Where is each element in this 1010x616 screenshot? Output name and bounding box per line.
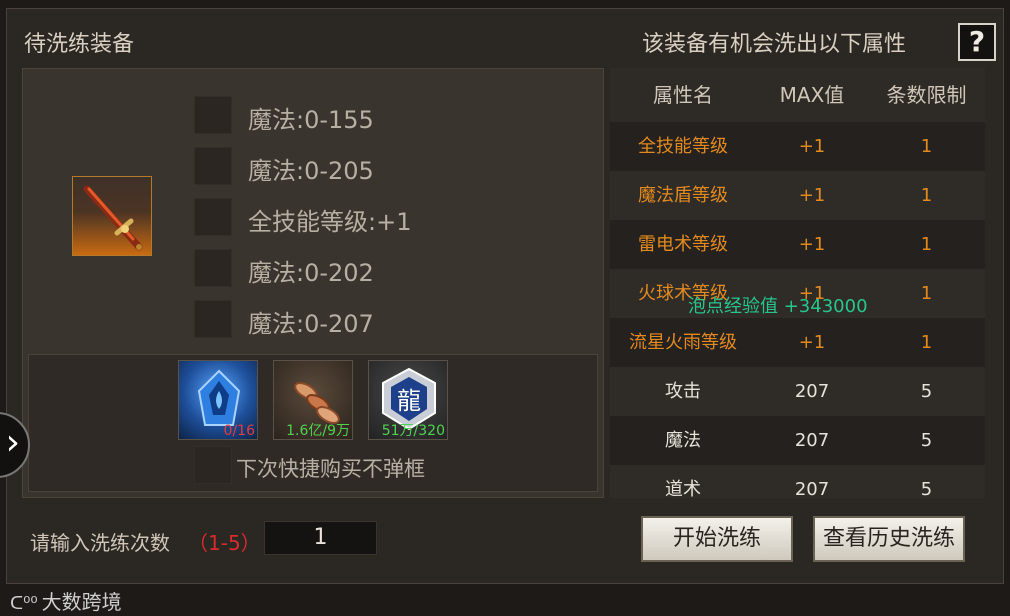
refine-count-range: （1-5） [188, 531, 261, 555]
table-row: 攻击 207 5 [610, 367, 985, 416]
attr-lock-checkbox-5[interactable] [194, 300, 232, 338]
equipment-attribute: 魔法:0-207 [248, 310, 374, 338]
equipment-attribute: 魔法:0-202 [248, 259, 374, 287]
material-count: 1.6亿/9万 [286, 423, 350, 439]
equipment-attribute: 全技能等级:+1 [248, 208, 412, 236]
material-slot-dragon[interactable]: 龍 51万/320 [368, 360, 448, 440]
chevron-right-icon: › [5, 422, 20, 463]
row-attr-name: 全技能等级 [638, 136, 728, 157]
header-count-limit: 条数限制 [886, 83, 967, 107]
header-max-value: MAX值 [779, 83, 845, 107]
row-attr-name: 道术 [665, 479, 701, 498]
row-attr-name: 魔法盾等级 [638, 185, 728, 206]
row-max-value: 207 [794, 479, 830, 498]
equipment-attribute: 魔法:0-205 [248, 157, 374, 185]
row-count-limit: 1 [920, 185, 933, 206]
material-slot-coins[interactable]: 1.6亿/9万 [273, 360, 353, 440]
row-max-value: +1 [798, 136, 826, 157]
row-count-limit: 5 [920, 479, 933, 498]
table-row: 魔法 207 5 [610, 416, 985, 465]
row-count-limit: 5 [920, 430, 933, 451]
watermark-logo-icon: ᑕ⁰⁰ [10, 593, 38, 614]
row-attr-name: 魔法 [665, 430, 701, 451]
material-slot-crystal[interactable]: 0/16 [178, 360, 258, 440]
pending-equipment-title: 待洗练装备 [24, 32, 135, 57]
row-count-limit: 1 [920, 234, 933, 255]
table-row: 全技能等级 +1 1 [610, 122, 985, 171]
svg-text:龍: 龍 [397, 387, 421, 415]
row-max-value: 207 [794, 430, 830, 451]
table-row: 魔法盾等级 +1 1 [610, 171, 985, 220]
row-attr-name: 攻击 [665, 381, 701, 402]
table-header: 属性名 MAX值 条数限制 [610, 68, 985, 122]
table-row: 流星火雨等级 +1 1 [610, 318, 985, 367]
row-count-limit: 5 [920, 381, 933, 402]
attr-lock-checkbox-4[interactable] [194, 249, 232, 287]
row-max-value: +1 [798, 185, 826, 206]
refine-count-label: 请输入洗练次数 [30, 531, 170, 555]
no-popup-label: 下次快捷购买不弹框 [236, 457, 425, 481]
possible-attributes-title: 该装备有机会洗出以下属性 [642, 32, 907, 57]
row-count-limit: 1 [920, 136, 933, 157]
start-refine-button[interactable]: 开始洗练 [641, 516, 793, 562]
attr-lock-checkbox-1[interactable] [194, 96, 232, 134]
watermark-text: 大数跨境 [41, 590, 122, 614]
exp-gain-popup: 泡点经验值 +343000 [688, 296, 868, 317]
refine-count-input[interactable]: 1 [264, 521, 377, 555]
row-max-value: +1 [798, 332, 826, 353]
header-attr-name: 属性名 [653, 83, 713, 107]
attribute-table: 属性名 MAX值 条数限制 全技能等级 +1 1 魔法盾等级 +1 1 雷电术等级 +1 1 火球… [610, 68, 985, 498]
attr-lock-checkbox-3[interactable] [194, 198, 232, 236]
sword-icon [83, 185, 143, 251]
row-max-value: +1 [798, 234, 826, 255]
history-refine-button[interactable]: 查看历史洗练 [813, 516, 965, 562]
table-row: 雷电术等级 +1 1 [610, 220, 985, 269]
row-attr-name: 流星火雨等级 [629, 332, 737, 353]
table-row: 道术 207 5 [610, 465, 985, 498]
help-button[interactable]: ? [958, 23, 996, 61]
row-count-limit: 1 [920, 283, 933, 304]
material-count: 0/16 [223, 423, 255, 439]
row-count-limit: 1 [920, 332, 933, 353]
row-attr-name: 雷电术等级 [638, 234, 728, 255]
no-popup-checkbox[interactable] [194, 446, 232, 484]
equipment-attribute: 魔法:0-155 [248, 106, 374, 134]
material-count: 51万/320 [381, 423, 445, 439]
attr-lock-checkbox-2[interactable] [194, 147, 232, 185]
equipment-slot[interactable] [72, 176, 152, 256]
watermark: ᑕ⁰⁰ 大数跨境 [10, 586, 122, 615]
row-max-value: 207 [794, 381, 830, 402]
